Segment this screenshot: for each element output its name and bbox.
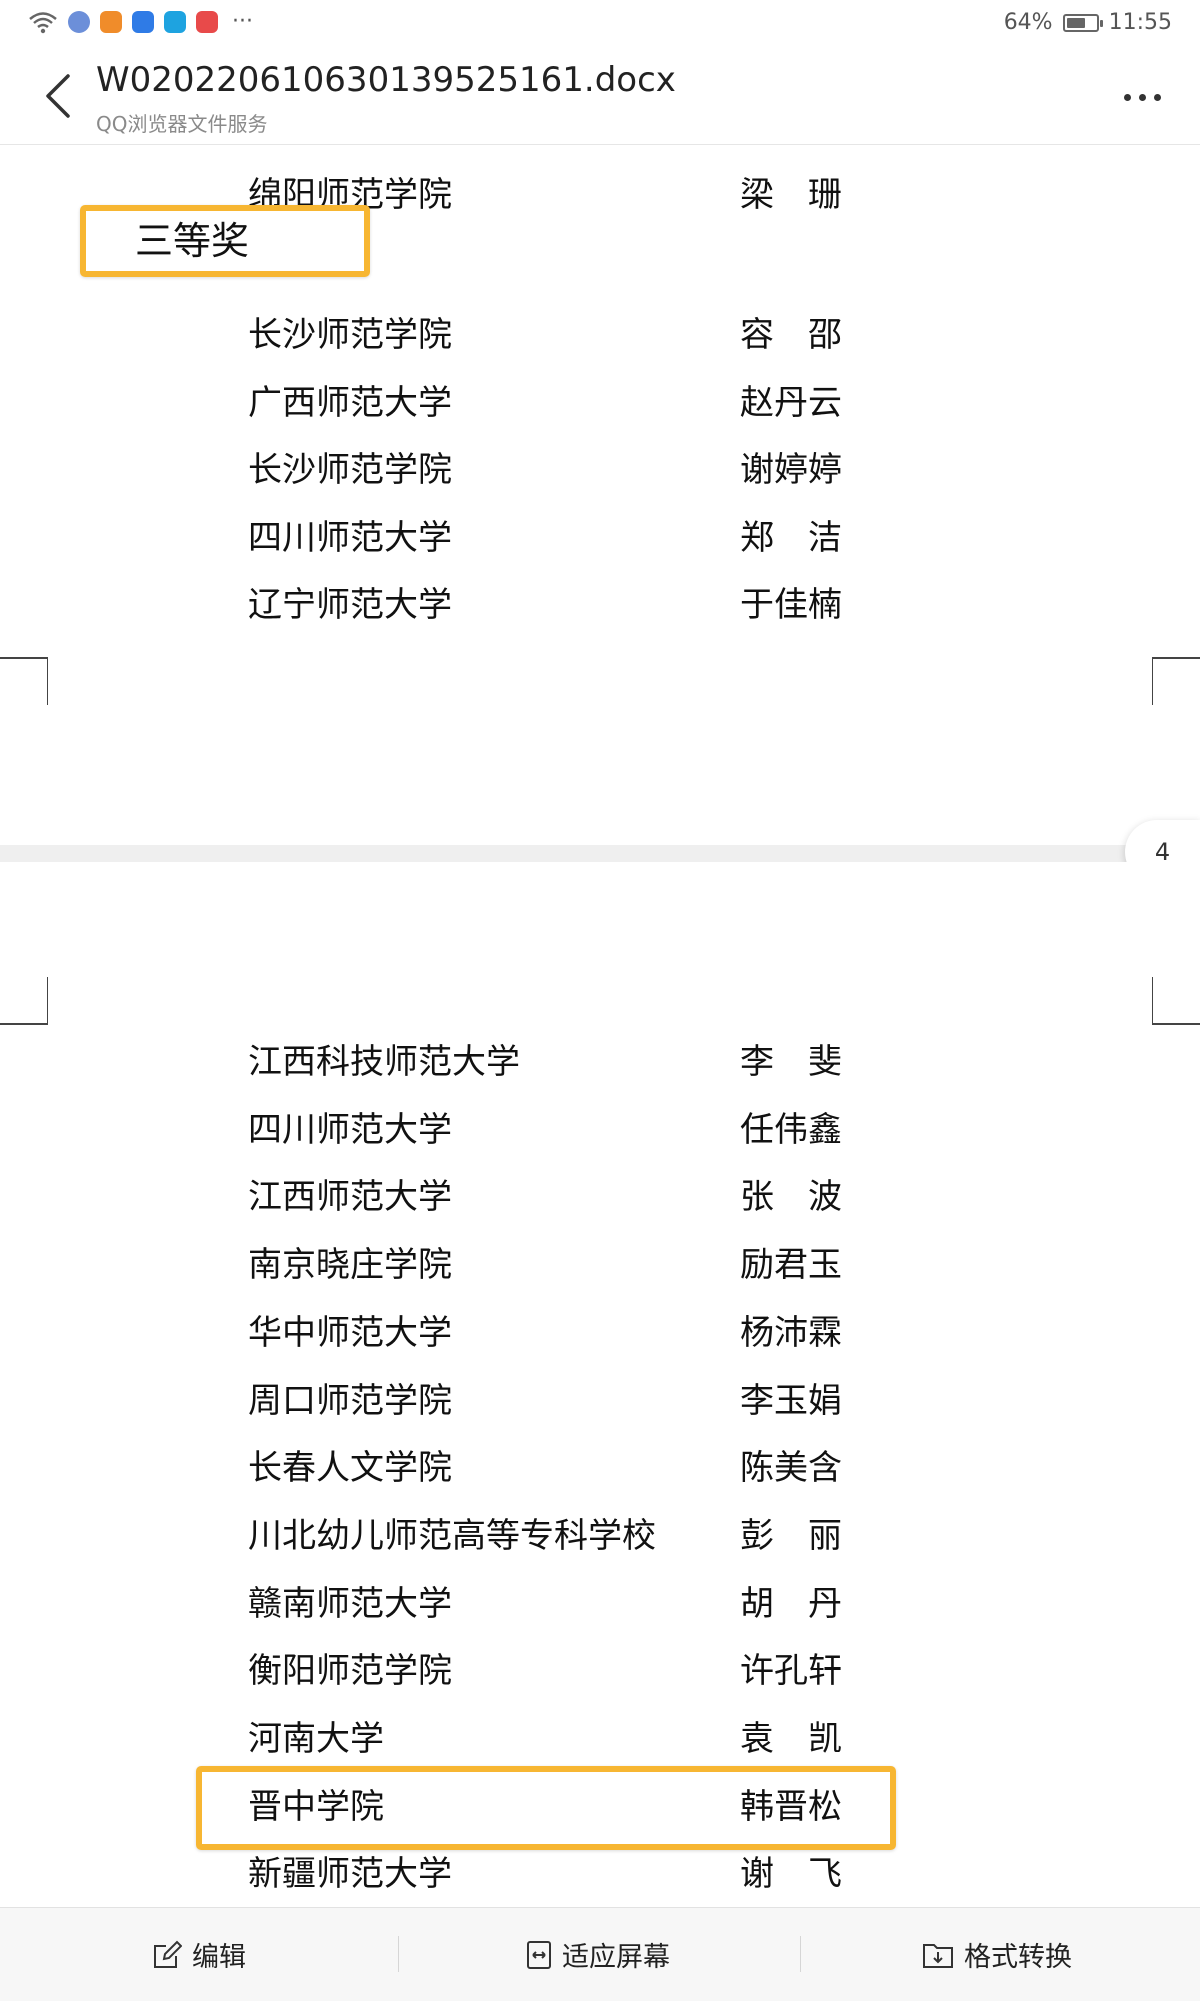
battery-percent: 64% <box>1003 10 1053 35</box>
unit-name: 长沙师范学院 <box>248 315 452 355</box>
bottom-toolbar: 编辑 适应屏幕 格式转换 <box>0 1907 1200 2001</box>
status-right: 64% 11:55 <box>1004 10 1172 35</box>
table-row: 长沙师范学院 谢婷婷 <box>248 446 948 494</box>
unit-name: 广西师范大学 <box>248 382 452 423</box>
page-corner-mark <box>0 657 48 705</box>
person-name: 许孔轩 <box>740 1651 842 1692</box>
table-row: 南京晓庄学院 励君玉 <box>248 1241 948 1289</box>
status-bar: ··· 64% 11:55 <box>0 0 1200 52</box>
back-button[interactable] <box>36 68 88 124</box>
lightbulb-app-icon <box>132 11 154 33</box>
dot-icon <box>1139 93 1146 101</box>
table-row: 赣南师范大学 胡 丹 <box>248 1580 948 1628</box>
person-name: 于佳楠 <box>740 585 842 625</box>
document-title: W020220610630139525161.docx <box>96 60 676 100</box>
dot-icon <box>1124 93 1131 101</box>
person-name: 赵丹云 <box>740 382 842 423</box>
unit-name: 辽宁师范大学 <box>248 585 452 625</box>
person-name: 梁 珊 <box>740 175 842 215</box>
table-row: 四川师范大学 郑 洁 <box>248 514 948 562</box>
document-page-3[interactable]: 绵阳师范学院 梁 珊 三等奖 长沙师范学院容 邵广西师范大学 赵丹云 长沙师范学院谢… <box>0 145 1200 845</box>
table-row: 衡阳师范学院 许孔轩 <box>248 1647 948 1695</box>
fit-screen-button[interactable]: 适应屏幕 <box>526 1908 670 2001</box>
unit-name: 四川师范大学 <box>248 517 452 558</box>
person-name: 李玉娟 <box>740 1380 842 1421</box>
unit-name: 周口师范学院 <box>248 1380 452 1421</box>
person-name: 韩晋松 <box>740 1786 842 1827</box>
table-row: 四川师范大学 任伟鑫 <box>248 1106 948 1154</box>
music-app-icon <box>68 11 90 33</box>
person-name: 杨沛霖 <box>740 1312 842 1353</box>
unit-name: 新疆师范大学 <box>248 1854 452 1895</box>
unit-name: 长沙师范学院 <box>248 450 452 490</box>
chevron-left-icon <box>46 74 70 118</box>
person-name: 谢婷婷 <box>740 450 842 490</box>
page-divider <box>0 845 1200 862</box>
dot-icon <box>1154 93 1161 101</box>
table-row: 新疆师范大学 谢 飞 <box>248 1850 948 1898</box>
table-row: 晋中学院 韩晋松 <box>248 1783 948 1831</box>
unit-name: 江西师范大学 <box>248 1177 452 1218</box>
table-row: 川北幼儿师范高等专科学校 彭 丽 <box>248 1512 948 1560</box>
toolbar-divider <box>398 1936 399 1972</box>
person-name: 励君玉 <box>740 1245 842 1286</box>
edit-button[interactable]: 编辑 <box>152 1908 246 2001</box>
document-page-4[interactable]: 江西科技师范大学 李 斐四川师范大学 任伟鑫江西师范大学 张 波南京晓庄学院 励君玉华中… <box>0 862 1200 1907</box>
person-name: 李 斐 <box>740 1042 842 1082</box>
table-row: 河南大学 袁 凯 <box>248 1715 948 1763</box>
unit-name: 江西科技师范大学 <box>248 1042 520 1082</box>
section-heading: 三等奖 <box>135 219 250 263</box>
unit-name: 晋中学院 <box>248 1786 384 1827</box>
table-row: 长春人文学院 陈美含 <box>248 1444 948 1492</box>
table-row: 辽宁师范大学 于佳楠 <box>248 581 948 629</box>
battery-fill <box>1066 17 1085 28</box>
video-app-icon <box>100 11 122 33</box>
page-corner-mark <box>1152 657 1200 705</box>
document-service: QQ浏览器文件服务 <box>96 112 268 136</box>
red-app-icon <box>196 11 218 33</box>
person-name: 袁 凯 <box>740 1719 842 1759</box>
person-name: 彭 丽 <box>740 1515 842 1556</box>
battery-icon <box>1062 13 1103 32</box>
more-options-button[interactable] <box>1124 82 1168 112</box>
status-icons: ··· <box>28 10 253 34</box>
person-name: 张 波 <box>740 1177 842 1218</box>
person-name: 胡 丹 <box>740 1583 842 1624</box>
person-name: 谢 飞 <box>740 1854 842 1895</box>
fit-screen-label: 适应屏幕 <box>562 1942 670 1973</box>
page-corner-mark <box>0 977 48 1025</box>
person-name: 任伟鑫 <box>740 1109 842 1150</box>
unit-name: 河南大学 <box>248 1719 384 1759</box>
fit-screen-icon <box>527 1940 551 1969</box>
table-row: 周口师范学院 李玉娟 <box>248 1377 948 1425</box>
title-bar: W020220610630139525161.docx QQ浏览器文件服务 <box>0 52 1200 145</box>
unit-name: 南京晓庄学院 <box>248 1245 452 1286</box>
table-row: 广西师范大学 赵丹云 <box>248 379 948 427</box>
format-convert-button[interactable]: 格式转换 <box>922 1908 1072 2001</box>
clock: 11:55 <box>1108 10 1172 35</box>
person-name: 陈美含 <box>740 1448 842 1489</box>
person-name: 郑 洁 <box>740 517 842 558</box>
wifi-icon <box>29 12 57 34</box>
more-notifications-icon: ··· <box>232 9 253 34</box>
format-convert-label: 格式转换 <box>964 1942 1072 1973</box>
unit-name: 衡阳师范学院 <box>248 1651 452 1692</box>
person-name: 容 邵 <box>740 315 842 355</box>
unit-name: 川北幼儿师范高等专科学校 <box>248 1515 656 1556</box>
page-corner-mark <box>1152 977 1200 1025</box>
search-app-icon <box>164 11 186 33</box>
table-row: 江西科技师范大学 李 斐 <box>248 1038 948 1086</box>
unit-name: 四川师范大学 <box>248 1109 452 1150</box>
unit-name: 长春人文学院 <box>248 1448 452 1489</box>
toolbar-divider <box>800 1936 801 1972</box>
table-row: 江西师范大学 张 波 <box>248 1173 948 1221</box>
folder-download-icon <box>923 1943 953 1968</box>
unit-name: 华中师范大学 <box>248 1312 452 1353</box>
edit-label: 编辑 <box>192 1942 246 1973</box>
edit-icon <box>154 1940 182 1968</box>
unit-name: 赣南师范大学 <box>248 1583 452 1624</box>
table-row: 长沙师范学院 容 邵 <box>248 311 948 359</box>
table-row: 华中师范大学 杨沛霖 <box>248 1309 948 1357</box>
